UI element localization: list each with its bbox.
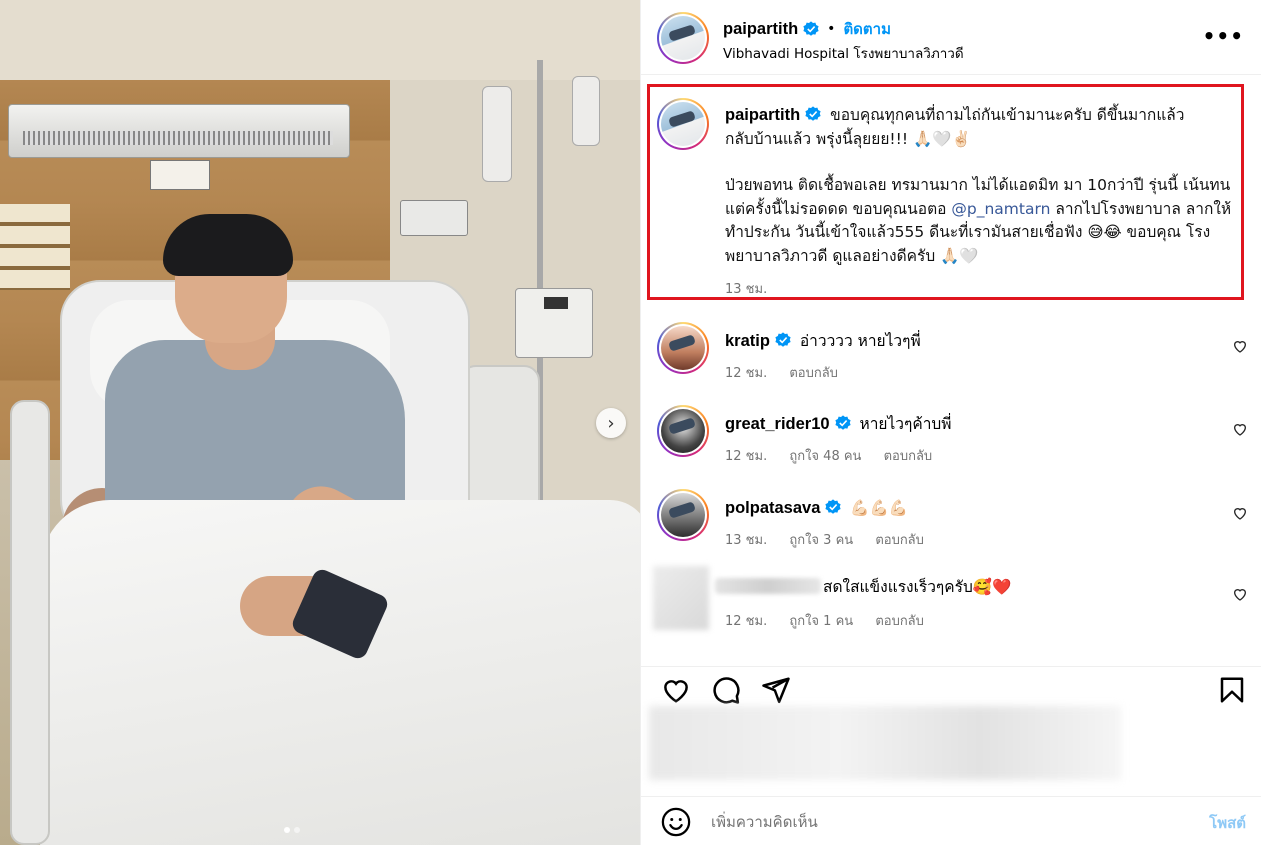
comment-item: kratip อ่าวววว หายไวๆพี่ 12 ชม. ตอบกลับ [641,322,1261,402]
author-username[interactable]: paipartith [723,20,798,39]
verified-badge-icon [805,106,821,121]
caption-line-2: กลับบ้านแล้ว พรุ่งนี้ลุยยย!!! 🙏🏻🤍✌🏻 [725,129,971,148]
verified-badge-icon [775,332,791,347]
comment-text: หายไวๆค้าบพี่ [859,415,952,433]
caption-paragraph-2: ป่วยพอทน ติดเชื้อพอเลย ทรมานมาก ไม่ได้แอ… [725,174,1235,268]
comment-item: polpatasava 💪🏻💪🏻💪🏻 13 ชม. ถูกใจ 3 คน ตอบ… [641,489,1261,569]
carousel-next-button[interactable]: › [596,408,626,438]
heart-icon[interactable] [1232,421,1248,437]
carousel-dot [294,827,300,833]
post-media[interactable]: › [0,0,640,845]
author-avatar[interactable] [657,12,709,64]
photo-iv-bag [572,76,600,146]
commenter-username[interactable]: kratip [725,332,770,350]
header-separator: • [827,21,836,37]
comment-text: อ่าวววว หายไวๆพี่ [799,332,921,350]
mention-link[interactable]: @p_namtarn [951,200,1050,218]
commenter-avatar-blurred[interactable] [653,566,709,630]
comment-timestamp: 13 ชม. [725,533,768,548]
caption-line-1: ขอบคุณทุกคนที่ถามไถ่กันเข้ามานะครับ ดีขึ… [830,106,1185,124]
carousel-dots [284,827,300,833]
heart-icon[interactable] [1232,338,1248,354]
commenter-avatar[interactable] [657,322,709,374]
caption-timestamp[interactable]: 13 ชม. [725,278,767,299]
comment-item: great_rider10 หายไวๆค้าบพี่ 12 ชม. ถูกใจ… [641,405,1261,485]
post-header: paipartith • ติดตาม Vibhavadi Hospital โ… [641,0,1261,75]
add-comment-bar: โพสต์ [641,796,1261,845]
heart-icon[interactable] [1232,505,1248,521]
comment-timestamp: 12 ชม. [725,614,768,629]
caption-text: paipartith ขอบคุณทุกคนที่ถามไถ่กันเข้ามา… [725,104,1235,268]
chevron-right-icon: › [607,412,615,434]
photo-iv-pump [515,288,593,358]
photo-wall [0,0,640,80]
commenter-username[interactable]: great_rider10 [725,415,830,433]
verified-badge-icon [825,499,841,514]
comment-likes-count[interactable]: ถูกใจ 1 คน [789,614,853,629]
comment-likes-count[interactable]: ถูกใจ 48 คน [789,449,861,464]
reply-button[interactable]: ตอบกลับ [875,614,924,629]
photo-wall-outlet [400,200,468,236]
carousel-dot-active [284,827,290,833]
comment-likes-count[interactable]: ถูกใจ 3 คน [789,533,853,548]
more-options-icon[interactable]: ••• [1203,24,1244,48]
commenter-avatar[interactable] [657,405,709,457]
post-comment-button[interactable]: โพสต์ [1209,811,1246,835]
likes-summary-blurred [649,706,1121,780]
reply-button[interactable]: ตอบกลับ [875,533,924,548]
caption-username[interactable]: paipartith [725,106,800,124]
heart-icon[interactable] [1232,586,1248,602]
comment-text: 💪🏻💪🏻💪🏻 [850,499,909,517]
comment-text: สดใสแข็งแรงเร็วๆครับ🥰❤️ [823,578,1012,596]
photo-wall-sign [150,160,210,190]
photo-bed-rail [10,400,50,845]
photo-bed-rail [460,365,540,515]
comment-timestamp: 12 ชม. [725,449,768,464]
comment-bubble-icon[interactable] [711,675,741,705]
comment-item: สดใสแข็งแรงเร็วๆครับ🥰❤️ 12 ชม. ถูกใจ 1 ค… [641,566,1261,646]
commenter-username-blurred[interactable] [715,578,821,594]
location-link[interactable]: Vibhavadi Hospital โรงพยาบาลวิภาวดี [723,42,964,64]
follow-button[interactable]: ติดตาม [843,17,891,41]
verified-badge-icon [803,21,819,36]
like-heart-icon[interactable] [661,675,691,705]
emoji-icon[interactable] [661,807,691,837]
share-paper-plane-icon[interactable] [761,675,791,705]
comment-input[interactable] [711,809,1181,835]
commenter-avatar[interactable] [657,489,709,541]
bookmark-icon[interactable] [1217,675,1247,705]
photo-iv-bag [482,86,512,182]
reply-button[interactable]: ตอบกลับ [884,449,933,464]
verified-badge-icon [834,415,851,430]
commenter-username[interactable]: polpatasava [725,499,820,517]
post-side-panel: paipartith • ติดตาม Vibhavadi Hospital โ… [640,0,1261,845]
caption-avatar[interactable] [657,98,709,150]
photo-shelf [0,204,70,290]
comment-timestamp: 12 ชม. [725,366,768,381]
post-actions-bar [641,666,1261,710]
photo-hair [163,214,293,276]
photo-air-conditioner [8,104,350,158]
photo-blanket [40,500,640,845]
reply-button[interactable]: ตอบกลับ [789,366,838,381]
